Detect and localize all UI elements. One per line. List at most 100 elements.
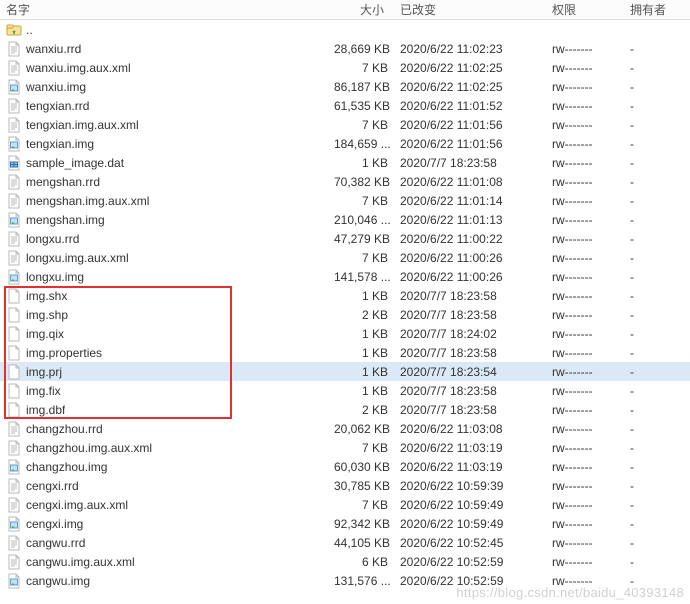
file-modified: 2020/6/22 11:01:14 (394, 194, 546, 208)
table-row[interactable]: wanxiu.img86,187 KB2020/6/22 11:02:25rw-… (0, 77, 690, 96)
file-name: img.qix (26, 327, 64, 341)
table-row[interactable]: cengxi.img.aux.xml7 KB2020/6/22 10:59:49… (0, 495, 690, 514)
file-owner: - (624, 479, 684, 493)
file-permissions: rw------- (546, 441, 624, 455)
file-owner: - (624, 498, 684, 512)
file-modified: 2020/6/22 11:03:19 (394, 460, 546, 474)
file-size: 7 KB (328, 61, 394, 75)
table-row[interactable]: cangwu.rrd44,105 KB2020/6/22 10:52:45rw-… (0, 533, 690, 552)
table-row[interactable]: sample_image.dat1 KB2020/7/7 18:23:58rw-… (0, 153, 690, 172)
file-permissions: rw------- (546, 118, 624, 132)
file-permissions: rw------- (546, 365, 624, 379)
file-name: wanxiu.img.aux.xml (26, 61, 131, 75)
file-permissions: rw------- (546, 498, 624, 512)
table-row[interactable]: cengxi.img92,342 KB2020/6/22 10:59:49rw-… (0, 514, 690, 533)
file-permissions: rw------- (546, 213, 624, 227)
file-owner: - (624, 403, 684, 417)
file-size: 7 KB (328, 118, 394, 132)
table-row[interactable]: img.shp2 KB2020/7/7 18:23:58rw-------- (0, 305, 690, 324)
table-row[interactable]: img.properties1 KB2020/7/7 18:23:58rw---… (0, 343, 690, 362)
file-modified: 2020/7/7 18:23:58 (394, 403, 546, 417)
table-row[interactable]: changzhou.img.aux.xml7 KB2020/6/22 11:03… (0, 438, 690, 457)
file-size: 1 KB (328, 365, 394, 379)
table-row[interactable]: mengshan.rrd70,382 KB2020/6/22 11:01:08r… (0, 172, 690, 191)
file-modified: 2020/6/22 11:03:19 (394, 441, 546, 455)
file-modified: 2020/6/22 11:02:25 (394, 80, 546, 94)
file-name: img.dbf (26, 403, 65, 417)
col-header-name[interactable]: 名字 (0, 0, 328, 20)
file-owner: - (624, 308, 684, 322)
table-row[interactable]: img.prj1 KB2020/7/7 18:23:54rw-------- (0, 362, 690, 381)
table-row[interactable]: mengshan.img.aux.xml7 KB2020/6/22 11:01:… (0, 191, 690, 210)
file-name: sample_image.dat (26, 156, 124, 170)
table-row[interactable]: img.qix1 KB2020/7/7 18:24:02rw-------- (0, 324, 690, 343)
file-modified: 2020/7/7 18:23:58 (394, 346, 546, 360)
col-header-perm[interactable]: 权限 (546, 0, 624, 20)
table-row[interactable]: img.dbf2 KB2020/7/7 18:23:58rw-------- (0, 400, 690, 419)
file-generic-icon (6, 117, 22, 133)
file-size: 6 KB (328, 555, 394, 569)
file-permissions: rw------- (546, 536, 624, 550)
file-size: 61,535 KB (328, 99, 394, 113)
file-permissions: rw------- (546, 308, 624, 322)
file-modified: 2020/6/22 11:01:52 (394, 99, 546, 113)
table-row[interactable]: longxu.rrd47,279 KB2020/6/22 11:00:22rw-… (0, 229, 690, 248)
file-generic-icon (6, 60, 22, 76)
table-row[interactable]: mengshan.img210,046 ...2020/6/22 11:01:1… (0, 210, 690, 229)
file-permissions: rw------- (546, 555, 624, 569)
file-size: 131,576 ... (328, 574, 394, 588)
file-owner: - (624, 365, 684, 379)
col-header-owner[interactable]: 拥有者 (624, 0, 684, 20)
file-modified: 2020/6/22 11:01:56 (394, 118, 546, 132)
file-owner: - (624, 175, 684, 189)
table-body: .. wanxiu.rrd28,669 KB2020/6/22 11:02:23… (0, 20, 690, 590)
file-owner: - (624, 270, 684, 284)
file-modified: 2020/7/7 18:23:58 (394, 308, 546, 322)
file-owner: - (624, 517, 684, 531)
file-owner: - (624, 61, 684, 75)
file-name: img.fix (26, 384, 61, 398)
file-name: longxu.img.aux.xml (26, 251, 129, 265)
file-blank-icon (6, 383, 22, 399)
table-row[interactable]: cengxi.rrd30,785 KB2020/6/22 10:59:39rw-… (0, 476, 690, 495)
file-permissions: rw------- (546, 232, 624, 246)
file-permissions: rw------- (546, 137, 624, 151)
table-row[interactable]: longxu.img141,578 ...2020/6/22 11:00:26r… (0, 267, 690, 286)
file-permissions: rw------- (546, 479, 624, 493)
file-size: 210,046 ... (328, 213, 394, 227)
file-name: tengxian.rrd (26, 99, 89, 113)
file-owner: - (624, 289, 684, 303)
col-header-size[interactable]: 大小 (328, 0, 394, 20)
file-modified: 2020/7/7 18:24:02 (394, 327, 546, 341)
table-row[interactable]: img.fix1 KB2020/7/7 18:23:58rw-------- (0, 381, 690, 400)
table-row[interactable]: wanxiu.rrd28,669 KB2020/6/22 11:02:23rw-… (0, 39, 690, 58)
table-row[interactable]: changzhou.img60,030 KB2020/6/22 11:03:19… (0, 457, 690, 476)
file-image-icon (6, 212, 22, 228)
file-generic-icon (6, 478, 22, 494)
file-modified: 2020/6/22 10:52:59 (394, 555, 546, 569)
table-row[interactable]: longxu.img.aux.xml7 KB2020/6/22 11:00:26… (0, 248, 690, 267)
file-modified: 2020/6/22 11:03:08 (394, 422, 546, 436)
file-name: tengxian.img (26, 137, 94, 151)
file-size: 20,062 KB (328, 422, 394, 436)
file-image-icon (6, 269, 22, 285)
col-header-modified[interactable]: 已改变 (394, 0, 546, 20)
file-name: mengshan.img (26, 213, 105, 227)
file-modified: 2020/6/22 11:01:08 (394, 175, 546, 189)
parent-dir-row[interactable]: .. (0, 20, 690, 39)
file-modified: 2020/6/22 10:59:39 (394, 479, 546, 493)
file-permissions: rw------- (546, 80, 624, 94)
file-generic-icon (6, 440, 22, 456)
table-row[interactable]: tengxian.img184,659 ...2020/6/22 11:01:5… (0, 134, 690, 153)
table-row[interactable]: tengxian.rrd61,535 KB2020/6/22 11:01:52r… (0, 96, 690, 115)
file-size: 47,279 KB (328, 232, 394, 246)
file-blank-icon (6, 364, 22, 380)
file-modified: 2020/6/22 11:00:22 (394, 232, 546, 246)
table-row[interactable]: changzhou.rrd20,062 KB2020/6/22 11:03:08… (0, 419, 690, 438)
file-permissions: rw------- (546, 270, 624, 284)
table-row[interactable]: tengxian.img.aux.xml7 KB2020/6/22 11:01:… (0, 115, 690, 134)
table-row[interactable]: wanxiu.img.aux.xml7 KB2020/6/22 11:02:25… (0, 58, 690, 77)
file-generic-icon (6, 554, 22, 570)
table-row[interactable]: cangwu.img.aux.xml6 KB2020/6/22 10:52:59… (0, 552, 690, 571)
table-row[interactable]: img.shx1 KB2020/7/7 18:23:58rw-------- (0, 286, 690, 305)
